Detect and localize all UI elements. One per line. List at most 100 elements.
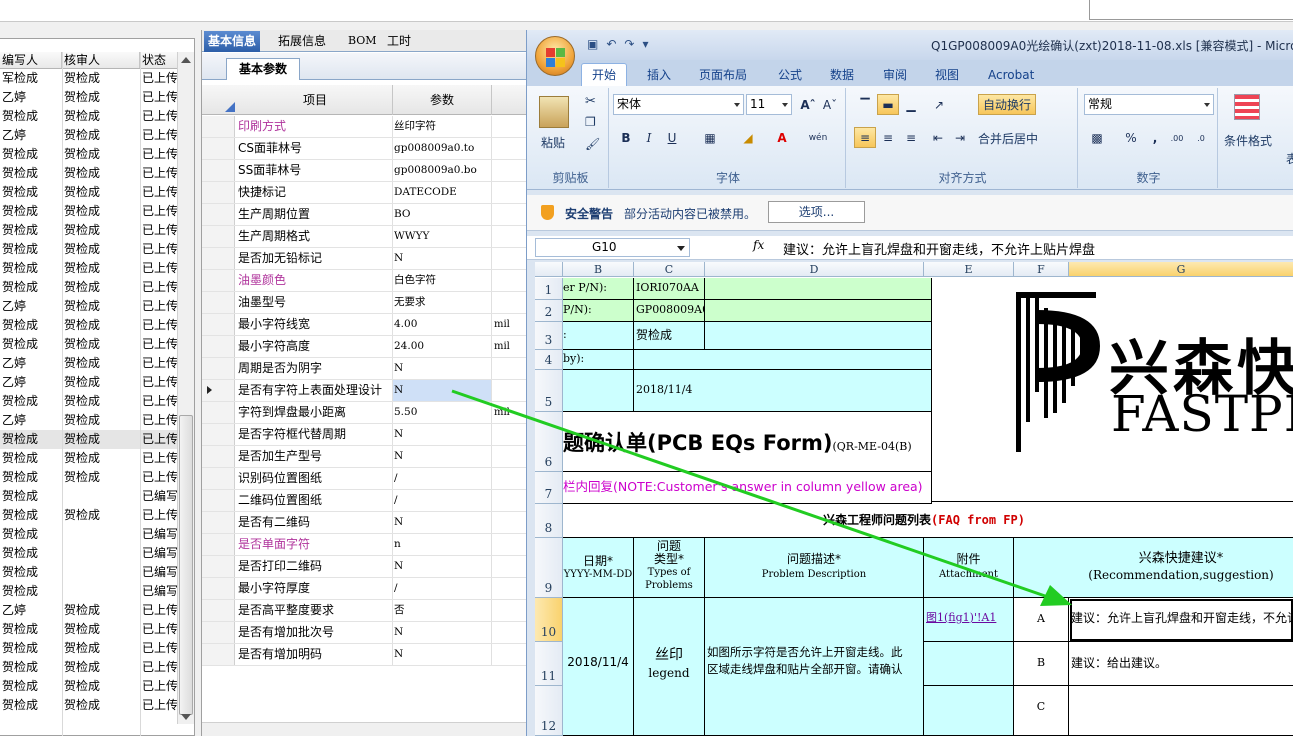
param-value[interactable]: N [392, 556, 492, 577]
header-recommendation[interactable]: 兴森快捷建议* (Recommendation,suggestion) [1014, 538, 1293, 598]
param-value[interactable]: / [392, 468, 492, 489]
align-middle-icon[interactable]: ▬ [877, 94, 899, 115]
cell-option-c[interactable]: C [1014, 686, 1069, 736]
name-box[interactable]: G10 [535, 238, 690, 257]
cell-c2[interactable]: GP008009A0 [634, 300, 705, 322]
param-hscrollbar[interactable] [202, 722, 532, 736]
wrap-text-button[interactable]: 自动换行 [978, 94, 1037, 115]
col-header-writer[interactable]: 编写人 [0, 52, 62, 68]
cell-b2[interactable]: P/N): [563, 300, 634, 322]
list-item[interactable]: 乙婷 贺检成 已上传 [0, 126, 178, 145]
select-all-corner[interactable] [535, 262, 563, 277]
decrease-indent-icon[interactable]: ⇤ [927, 127, 949, 148]
col-header-status[interactable]: 状态 [140, 52, 178, 68]
list-item[interactable]: 贺检成 贺检成 已上传 [0, 202, 178, 221]
cell-b1[interactable]: er P/N): [563, 278, 634, 300]
param-row[interactable]: 最小字符高度 24.00 mil [202, 336, 532, 358]
header-type[interactable]: 问题 类型* Types of Problems [634, 538, 705, 598]
align-center-icon[interactable]: ≡ [877, 127, 899, 148]
col-header-b[interactable]: B [563, 262, 634, 277]
list-item[interactable]: 贺检成 贺检成 已上传 [0, 677, 178, 696]
align-right-icon[interactable]: ≡ [900, 127, 922, 148]
list-item[interactable]: 贺检成 已编写 [0, 563, 178, 582]
cell-g11[interactable]: 建议：给出建议。 [1069, 642, 1293, 686]
param-row[interactable]: 快捷标记 DATECODE [202, 182, 532, 204]
tab-page-layout[interactable]: 页面布局 [699, 65, 747, 86]
conditional-format-button[interactable]: 条件格式 [1224, 132, 1272, 149]
list-item[interactable]: 乙婷 贺检成 已上传 [0, 601, 178, 620]
scroll-up-icon[interactable] [181, 57, 191, 63]
param-value[interactable]: gp008009a0.to [392, 138, 492, 159]
tab-basic-info[interactable]: 基本信息 [204, 31, 261, 52]
row-indicator[interactable] [202, 600, 235, 621]
param-row[interactable]: 油墨型号 无要求 [202, 292, 532, 314]
number-format-combo[interactable]: 常规 [1084, 94, 1214, 115]
param-row[interactable]: 周期是否为阴字 N [202, 358, 532, 380]
worksheet[interactable]: B C D E F G 1 2 3 4 5 6 7 8 9 10 11 12 e… [535, 262, 1293, 736]
tab-formulas[interactable]: 公式 [778, 65, 802, 86]
underline-icon[interactable]: U [661, 127, 683, 148]
list-item[interactable]: 贺检成 已编写 [0, 582, 178, 601]
row-indicator[interactable] [202, 534, 235, 555]
list-item[interactable]: 贺检成 贺检成 已上传 [0, 696, 178, 715]
shrink-font-icon[interactable]: Aˇ [819, 94, 841, 115]
param-value[interactable]: BO [392, 204, 492, 225]
param-value[interactable]: N [392, 446, 492, 467]
param-row[interactable]: 是否字符框代替周期 N [202, 424, 532, 446]
param-value[interactable]: / [392, 490, 492, 511]
row-indicator[interactable] [202, 138, 235, 159]
conditional-format-icon[interactable] [1234, 94, 1260, 120]
row-header[interactable]: 7 [535, 472, 563, 504]
col-header-g[interactable]: G [1069, 262, 1293, 277]
param-value[interactable]: N [392, 512, 492, 533]
tab-home[interactable]: 开始 [581, 63, 628, 86]
row-indicator[interactable] [202, 578, 235, 599]
align-top-icon[interactable]: ▔ [854, 94, 876, 115]
cell-d3[interactable] [705, 322, 932, 350]
param-row[interactable]: 是否打印二维码 N [202, 556, 532, 578]
param-row[interactable]: 生产周期格式 WWYY [202, 226, 532, 248]
param-row[interactable]: 最小字符线宽 4.00 mil [202, 314, 532, 336]
row-indicator[interactable] [202, 116, 235, 137]
param-value[interactable]: 否 [392, 600, 492, 621]
col-header-d[interactable]: D [705, 262, 924, 277]
param-row[interactable]: CS面菲林号 gp008009a0.to [202, 138, 532, 160]
row-header[interactable]: 6 [535, 412, 563, 472]
param-row[interactable]: 二维码位置图纸 / [202, 490, 532, 512]
cut-icon[interactable]: ✂ [585, 94, 596, 109]
param-row[interactable]: 油墨颜色 白色字符 [202, 270, 532, 292]
list-item[interactable]: 贺检成 贺检成 已上传 [0, 145, 178, 164]
font-name-combo[interactable]: 宋体 [613, 94, 744, 115]
format-table-button[interactable]: 表格 [1286, 150, 1293, 167]
row-header[interactable]: 9 [535, 538, 563, 598]
col-header-reviewer[interactable]: 核审人 [62, 52, 140, 68]
param-value[interactable]: N [392, 622, 492, 643]
param-row[interactable]: 是否高平整度要求 否 [202, 600, 532, 622]
cell-b3[interactable]: : [563, 322, 634, 350]
row-header[interactable]: 10 [535, 598, 563, 642]
align-left-icon[interactable]: ≡ [854, 127, 876, 148]
row-header[interactable]: 2 [535, 300, 563, 322]
param-row[interactable]: SS面菲林号 gp008009a0.bo [202, 160, 532, 182]
paste-button[interactable]: 粘贴 [541, 134, 565, 151]
param-value[interactable]: / [392, 578, 492, 599]
tab-basic-params[interactable]: 基本参数 [226, 58, 301, 80]
cell-attachment-11[interactable] [924, 642, 1014, 686]
param-value[interactable]: WWYY [392, 226, 492, 247]
tab-extended-info[interactable]: 拓展信息 [274, 31, 330, 52]
row-indicator[interactable] [202, 336, 235, 357]
row-indicator[interactable] [202, 644, 235, 665]
row-header[interactable]: 3 [535, 322, 563, 350]
param-value[interactable]: N [392, 644, 492, 665]
align-bottom-icon[interactable]: ▁ [900, 94, 922, 115]
param-value[interactable]: 白色字符 [392, 270, 492, 291]
office-button[interactable] [535, 36, 575, 76]
header-date[interactable]: 日期* YYYY-MM-DD [563, 538, 634, 598]
param-value[interactable]: n [392, 534, 492, 555]
cell-attachment-link[interactable]: 图1(fig1)'!A1 [924, 598, 1014, 642]
customer-note[interactable]: 栏内回复(NOTE:Customer's answer in column ye… [563, 472, 932, 504]
row-indicator[interactable] [202, 314, 235, 335]
save-icon[interactable]: ▣ [587, 37, 598, 51]
undo-icon[interactable]: ↶ [606, 37, 616, 51]
param-row[interactable]: 识别码位置图纸 / [202, 468, 532, 490]
